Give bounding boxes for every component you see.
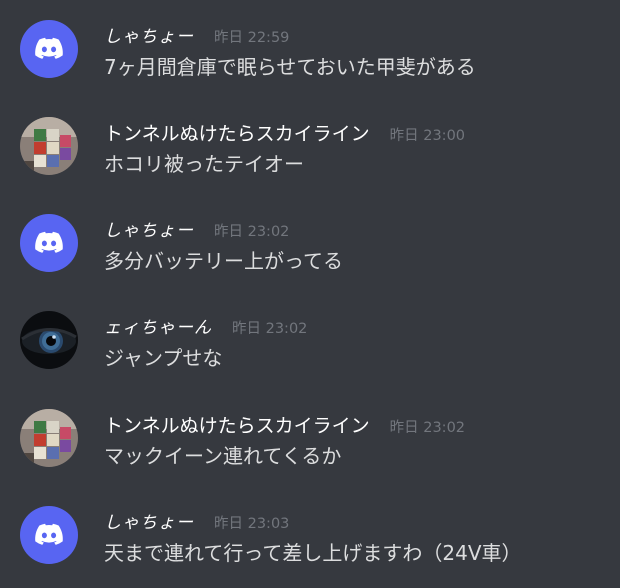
cube-photo-avatar[interactable] [20, 409, 78, 467]
message-header: しゃちょー 昨日 23:03 [104, 508, 289, 533]
chat-message: しゃちょー 昨日 23:02 多分バッテリー上がってる [0, 210, 620, 290]
cube-photo-avatar[interactable] [20, 117, 78, 175]
message-timestamp: 昨日 23:03 [214, 516, 290, 532]
message-header: しゃちょー 昨日 22:59 [104, 22, 289, 47]
message-timestamp: 昨日 22:59 [214, 30, 290, 46]
chat-message: トンネルぬけたらスカイライン 昨日 23:00 ホコリ被ったテイオー [0, 113, 620, 193]
message-timestamp: 昨日 23:02 [389, 420, 466, 436]
message-timestamp: 昨日 23:02 [214, 224, 290, 240]
message-header: トンネルぬけたらスカイライン 昨日 23:02 [104, 411, 465, 438]
message-timestamp: 昨日 23:00 [389, 128, 466, 144]
discord-logo-icon[interactable] [20, 214, 78, 272]
message-content: 多分バッテリー上がってる [104, 249, 343, 273]
discord-logo-icon[interactable] [20, 506, 78, 564]
chat-message: しゃちょー 昨日 23:03 天まで連れて行って差し上げますわ（24V車） [0, 502, 620, 582]
author-name[interactable]: トンネルぬけたらスカイライン [104, 411, 370, 438]
author-name[interactable]: しゃちょー [104, 216, 194, 241]
eye-photo-avatar[interactable] [20, 311, 78, 369]
author-name[interactable]: ェィちゃーん [104, 313, 212, 338]
message-content: ジャンプせな [104, 346, 223, 370]
chat-message: トンネルぬけたらスカイライン 昨日 23:02 マックイーン連れてくるか [0, 405, 620, 485]
message-content: マックイーン連れてくるか [104, 444, 342, 468]
message-content: 7ヶ月間倉庫で眠らせておいた甲斐がある [104, 55, 476, 79]
message-header: しゃちょー 昨日 23:02 [104, 216, 289, 241]
author-name[interactable]: しゃちょー [104, 22, 194, 47]
message-timestamp: 昨日 23:02 [232, 321, 308, 337]
discord-logo-icon[interactable] [20, 20, 78, 78]
message-header: トンネルぬけたらスカイライン 昨日 23:00 [104, 119, 465, 146]
chat-message-list: しゃちょー 昨日 22:59 7ヶ月間倉庫で眠らせておいた甲斐がある トンネルぬ… [0, 0, 620, 588]
message-content: 天まで連れて行って差し上げますわ（24V車） [104, 541, 522, 565]
message-header: ェィちゃーん 昨日 23:02 [104, 313, 307, 338]
author-name[interactable]: トンネルぬけたらスカイライン [104, 119, 370, 146]
chat-message: しゃちょー 昨日 22:59 7ヶ月間倉庫で眠らせておいた甲斐がある [0, 16, 620, 96]
chat-message: ェィちゃーん 昨日 23:02 ジャンプせな [0, 307, 620, 387]
message-content: ホコリ被ったテイオー [104, 152, 304, 176]
author-name[interactable]: しゃちょー [104, 508, 194, 533]
